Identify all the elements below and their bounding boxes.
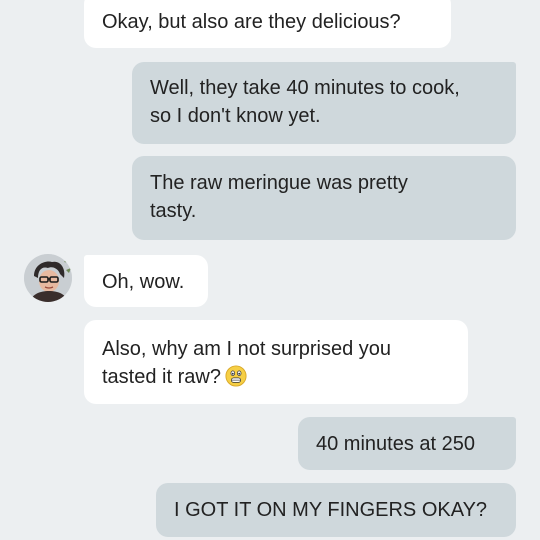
contact-avatar[interactable] bbox=[24, 254, 72, 302]
message-text: tasted it raw? bbox=[102, 366, 221, 388]
message-text: Oh, wow. bbox=[102, 271, 185, 293]
message-bubble-outgoing[interactable]: Well, they take 40 minutes to cook, so I… bbox=[132, 62, 516, 144]
message-text-line-1: Well, they take 40 minutes to cook, bbox=[150, 77, 460, 99]
message-text: I GOT IT ON MY FINGERS OKAY? bbox=[174, 499, 488, 521]
message-bubble-outgoing[interactable]: 40 minutes at 250 bbox=[298, 417, 516, 470]
message-thread: Okay, but also are they delicious? Well,… bbox=[0, 0, 540, 540]
message-text-line-1: Also, why am I not surprised you bbox=[102, 338, 392, 360]
message-text-line-2: tasted it raw? bbox=[102, 363, 450, 391]
message-bubble-outgoing[interactable]: I GOT IT ON MY FINGERS OKAY? bbox=[156, 483, 516, 537]
grimacing-face-emoji-icon bbox=[225, 365, 247, 387]
message-bubble-outgoing[interactable]: The raw meringue was pretty tasty. bbox=[132, 156, 516, 240]
message-text-line-2: so I don't know yet. bbox=[150, 105, 321, 127]
contact-avatar-icon bbox=[24, 254, 72, 302]
message-text: 40 minutes at 250 bbox=[316, 433, 475, 455]
message-bubble-incoming[interactable]: Oh, wow. bbox=[84, 255, 208, 307]
message-text: Okay, but also are they delicious? bbox=[102, 11, 401, 33]
message-bubble-incoming[interactable]: Also, why am I not surprised you tasted … bbox=[84, 320, 468, 404]
message-text-line-2: tasty. bbox=[150, 200, 197, 222]
message-bubble-incoming[interactable]: Okay, but also are they delicious? bbox=[84, 0, 451, 48]
message-text-line-1: The raw meringue was pretty bbox=[150, 172, 408, 194]
